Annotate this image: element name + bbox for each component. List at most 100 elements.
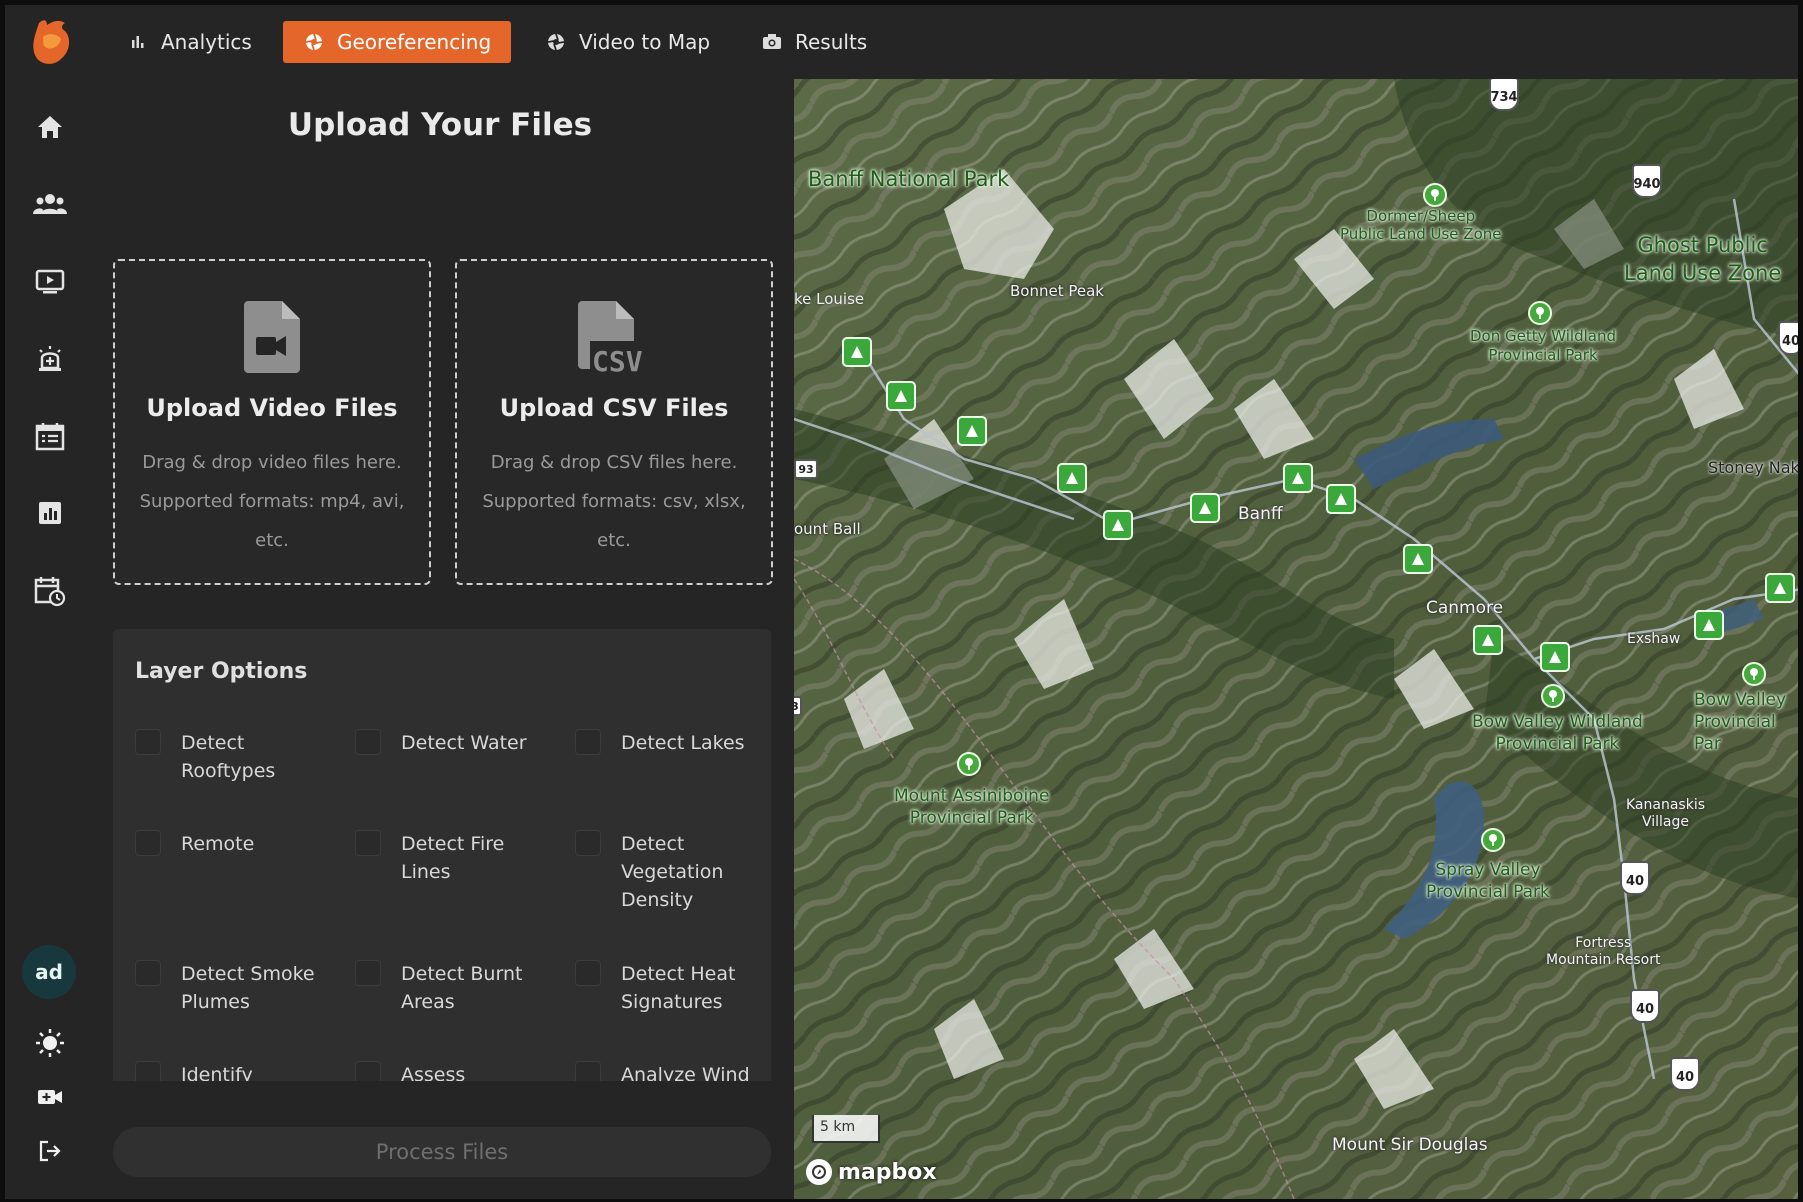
- checkbox[interactable]: [575, 1061, 601, 1081]
- campground-marker[interactable]: [1694, 610, 1724, 640]
- map-label-stoney-nakoda: Stoney Nako: [1708, 458, 1803, 477]
- video-player-button[interactable]: [28, 260, 72, 304]
- campground-marker[interactable]: [1473, 625, 1503, 655]
- checkbox[interactable]: [355, 729, 381, 755]
- map-label-bonnet-peak: Bonnet Peak: [1010, 282, 1104, 300]
- tab-video-to-map[interactable]: Video to Map: [525, 21, 730, 63]
- campground-marker[interactable]: [842, 337, 872, 367]
- home-icon: [38, 116, 62, 138]
- dropzone-title: Upload Video Files: [146, 394, 398, 422]
- camera-icon: [761, 31, 783, 53]
- home-button[interactable]: [28, 105, 72, 149]
- park-marker[interactable]: [1528, 301, 1552, 325]
- calendar-list-button[interactable]: [28, 414, 72, 458]
- option-detect-vegetation-density[interactable]: Detect Vegetation Density: [575, 830, 755, 914]
- process-files-button[interactable]: Process Files: [113, 1127, 771, 1177]
- tree-icon: [1536, 307, 1544, 319]
- satellite-map[interactable]: Banff National Park Dormer/Sheep Public …: [794, 79, 1803, 1199]
- video-dropzone[interactable]: Upload Video Files Drag & drop video fil…: [113, 259, 431, 585]
- option-identify[interactable]: Identify: [135, 1061, 335, 1081]
- park-marker[interactable]: [1742, 662, 1766, 686]
- campground-icon: [966, 425, 978, 437]
- page-title: Upload Your Files: [287, 107, 593, 143]
- campground-icon: [1412, 553, 1424, 565]
- park-marker[interactable]: [1423, 183, 1447, 207]
- add-video-button[interactable]: [28, 1075, 72, 1119]
- tab-analytics[interactable]: Analytics: [107, 21, 272, 63]
- logout-icon: [39, 1140, 61, 1162]
- checkbox[interactable]: [355, 960, 381, 986]
- map-label-banff-national-park: Banff National Park: [808, 167, 1010, 191]
- tab-label: Georeferencing: [337, 30, 492, 54]
- campground-marker[interactable]: [1540, 642, 1570, 672]
- tab-results[interactable]: Results: [741, 21, 887, 63]
- campground-marker[interactable]: [886, 381, 916, 411]
- schedule-button[interactable]: [28, 569, 72, 613]
- user-avatar[interactable]: ad: [22, 945, 76, 999]
- park-marker[interactable]: [1541, 684, 1565, 708]
- map-label-don-getty: Don Getty Wildland Provincial Park: [1470, 327, 1617, 364]
- theme-toggle-button[interactable]: [28, 1021, 72, 1065]
- map-label-canmore: Canmore: [1426, 598, 1504, 618]
- map-scale-bar: 5 km: [812, 1115, 880, 1143]
- checkbox[interactable]: [575, 830, 601, 856]
- mapbox-logo-text: mapbox: [838, 1159, 937, 1185]
- campground-marker[interactable]: [1326, 484, 1356, 514]
- park-marker[interactable]: [1481, 828, 1505, 852]
- map-label-mount-sir-douglas: Mount Sir Douglas: [1332, 1135, 1488, 1155]
- bar-chart-icon: [127, 31, 149, 53]
- map-label-fortress-mountain: Fortress Mountain Resort: [1546, 935, 1661, 968]
- checkbox[interactable]: [355, 1061, 381, 1081]
- checkbox[interactable]: [355, 830, 381, 856]
- checkbox[interactable]: [135, 960, 161, 986]
- option-detect-burnt-areas[interactable]: Detect Burnt Areas: [355, 960, 535, 1016]
- csv-dropzone[interactable]: CSV Upload CSV Files Drag & drop CSV fil…: [455, 259, 773, 585]
- option-detect-water[interactable]: Detect Water: [355, 729, 555, 757]
- option-detect-smoke-plumes[interactable]: Detect Smoke Plumes: [135, 960, 335, 1016]
- tab-georeferencing[interactable]: Georeferencing: [283, 21, 512, 63]
- campground-marker[interactable]: [1403, 544, 1433, 574]
- alarm-button[interactable]: [28, 337, 72, 381]
- option-detect-fire-lines[interactable]: Detect Fire Lines: [355, 830, 525, 886]
- option-detect-heat-signatures[interactable]: Detect Heat Signatures: [575, 960, 755, 1016]
- park-marker[interactable]: [957, 752, 981, 776]
- highway-shield: 3: [794, 696, 802, 716]
- tree-icon: [965, 758, 973, 770]
- users-icon: [33, 194, 67, 214]
- campground-icon: [895, 390, 907, 402]
- mapbox-logo-icon: [806, 1159, 832, 1185]
- app-logo[interactable]: [29, 17, 75, 69]
- mapbox-attribution[interactable]: mapbox: [806, 1159, 937, 1185]
- report-button[interactable]: [28, 491, 72, 535]
- campground-marker[interactable]: [1103, 510, 1133, 540]
- map-label-lake-louise: ke Louise: [794, 290, 865, 308]
- tree-icon: [1549, 690, 1557, 702]
- logout-button[interactable]: [28, 1129, 72, 1173]
- option-assess[interactable]: Assess: [355, 1061, 555, 1081]
- map-label-exshaw: Exshaw: [1627, 631, 1681, 647]
- option-detect-lakes[interactable]: Detect Lakes: [575, 729, 771, 757]
- csv-icon-text: CSV: [592, 345, 643, 373]
- checkbox[interactable]: [135, 1061, 161, 1081]
- option-detect-rooftypes[interactable]: Detect Rooftypes: [135, 729, 335, 785]
- map-label-kananaskis-village: Kananaskis Village: [1626, 797, 1706, 830]
- campground-marker[interactable]: [1190, 493, 1220, 523]
- tab-label: Video to Map: [579, 30, 711, 54]
- campground-marker[interactable]: [1283, 463, 1313, 493]
- campground-marker[interactable]: [957, 416, 987, 446]
- campground-marker[interactable]: [1765, 573, 1795, 603]
- option-remote[interactable]: Remote: [135, 830, 335, 858]
- dropzone-description: Drag & drop CSV files here. Supported fo…: [482, 452, 746, 551]
- checkbox[interactable]: [575, 729, 601, 755]
- option-analyze-wind[interactable]: Analyze Wind: [575, 1061, 765, 1081]
- upload-panel: Upload Your Files Upload Video Files Dra…: [95, 79, 794, 1199]
- campground-marker[interactable]: [1057, 463, 1087, 493]
- campground-icon: [1112, 519, 1124, 531]
- highway-shield: 93: [794, 459, 818, 479]
- checkbox[interactable]: [575, 960, 601, 986]
- campground-icon: [1482, 634, 1494, 646]
- campground-icon: [1335, 493, 1347, 505]
- checkbox[interactable]: [135, 729, 161, 755]
- checkbox[interactable]: [135, 830, 161, 856]
- users-button[interactable]: [28, 182, 72, 226]
